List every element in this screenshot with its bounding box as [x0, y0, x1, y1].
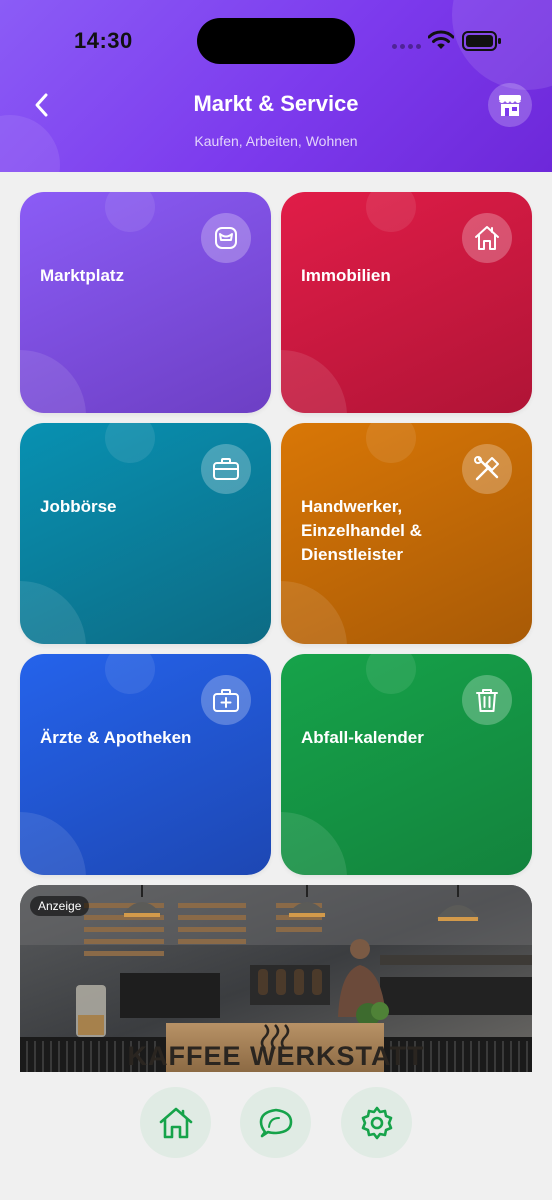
medical-kit-icon	[213, 689, 239, 712]
tile-decor-circle	[20, 812, 86, 875]
tile-icon-badge	[201, 675, 251, 725]
tile-decor-circle	[366, 423, 416, 463]
tile-decor-circle	[105, 654, 155, 694]
status-time: 14:30	[74, 28, 133, 53]
ad-banner[interactable]: Anzeige KAFFEE WERKSTATT	[20, 885, 532, 1072]
signal-icon	[392, 44, 421, 49]
house-icon	[475, 226, 499, 250]
briefcase-icon	[213, 458, 239, 480]
tools-icon	[474, 456, 499, 481]
nav-chat-button[interactable]	[240, 1087, 311, 1158]
dynamic-island	[197, 18, 355, 64]
tile-handwerker[interactable]: Handwerker, Einzelhandel & Dienstleister	[281, 423, 532, 644]
wifi-icon	[428, 30, 454, 49]
nav-home-button[interactable]	[140, 1087, 211, 1158]
tile-label: Ärzte & Apotheken	[40, 728, 192, 747]
bottom-nav	[0, 1072, 552, 1200]
settings-icon	[361, 1106, 392, 1139]
tile-decor-circle	[366, 192, 416, 232]
tile-marktplatz[interactable]: Marktplatz	[20, 192, 271, 413]
ad-counter-sign: KAFFEE WERKSTATT	[127, 1041, 425, 1071]
page-title: Markt & Service	[193, 91, 359, 116]
nav-settings-button[interactable]	[341, 1087, 412, 1158]
tile-decor-circle	[105, 423, 155, 463]
tile-icon-badge	[462, 213, 512, 263]
tile-icon-badge	[201, 444, 251, 494]
tile-decor-circle	[20, 350, 86, 413]
battery-icon	[462, 31, 501, 51]
trash-icon	[476, 689, 498, 712]
tile-decor-circle	[281, 581, 347, 644]
tile-icon-badge	[462, 675, 512, 725]
tile-decor-circle	[366, 654, 416, 694]
page-subtitle: Kaufen, Arbeiten, Wohnen	[194, 133, 358, 149]
tile-decor-circle	[281, 350, 347, 413]
tile-aerzte[interactable]: Ärzte & Apotheken	[20, 654, 271, 875]
tile-label: Handwerker, Einzelhandel & Dienstleister	[301, 497, 422, 564]
tile-icon-badge	[201, 213, 251, 263]
tile-decor-circle	[281, 812, 347, 875]
tile-jobboerse[interactable]: Jobbörse	[20, 423, 271, 644]
store-icon	[499, 95, 521, 116]
ad-badge: Anzeige	[30, 896, 90, 916]
tile-label: Marktplatz	[40, 266, 125, 285]
home-icon	[159, 1107, 192, 1138]
tile-decor-circle	[105, 192, 155, 232]
tile-decor-circle	[20, 581, 86, 644]
tile-label: Abfall-kalender	[301, 728, 424, 747]
store-button[interactable]	[488, 83, 532, 127]
bag-icon	[215, 227, 237, 249]
chat-icon	[259, 1108, 292, 1137]
tile-immobilien[interactable]: Immobilien	[281, 192, 532, 413]
tile-label: Jobbörse	[40, 497, 117, 516]
tile-icon-badge	[462, 444, 512, 494]
tile-label: Immobilien	[301, 266, 391, 285]
tile-abfallkalender[interactable]: Abfall-kalender	[281, 654, 532, 875]
